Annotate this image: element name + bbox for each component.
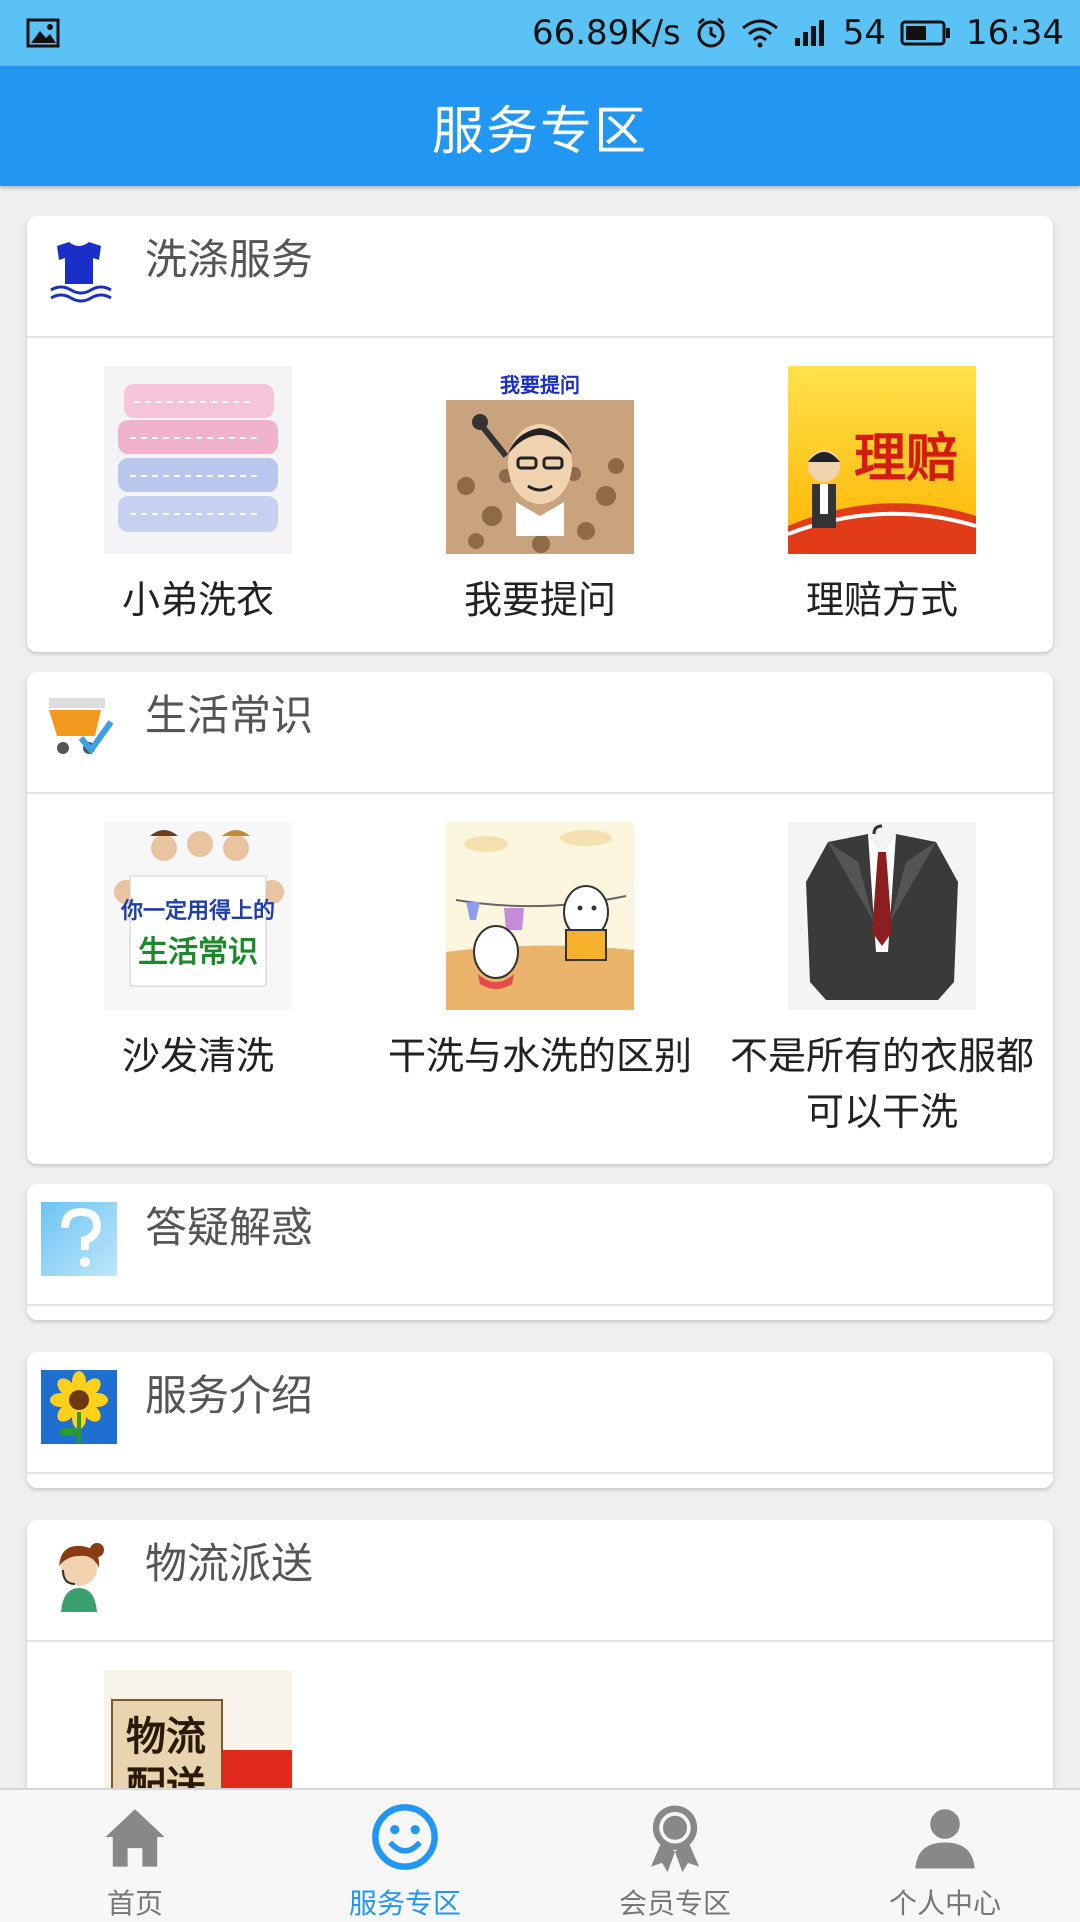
- nav-tab-member[interactable]: 会员专区: [540, 1790, 810, 1922]
- page-title: 服务专区: [431, 101, 648, 162]
- service-item-dry-vs-wet[interactable]: 干洗与水洗的区别: [369, 794, 711, 1164]
- alarm-icon: [697, 17, 725, 48]
- section-header[interactable]: 服务介绍: [27, 1352, 1053, 1474]
- gallery-notification-icon: [26, 18, 60, 48]
- nav-label: 会员专区: [618, 1887, 731, 1920]
- section-title: 物流派送: [145, 1539, 314, 1588]
- section-header[interactable]: 洗涤服务: [27, 216, 1053, 338]
- claims-banner-image: 理赔: [788, 366, 976, 554]
- section-card-life-tips: 生活常识 你一定用得上的 生活常识 沙发清洗 干洗与水洗的区别 不是所有的衣服都…: [27, 672, 1053, 1164]
- item-label: 不是所有的衣服都可以干洗: [729, 1034, 1034, 1134]
- image-caption-line1: 你一定用得上的: [120, 898, 275, 924]
- section-card-service-intro: 服务介绍: [27, 1352, 1053, 1488]
- service-item-ask-question[interactable]: 我要提问 我要提问: [369, 338, 711, 652]
- question-mark-icon: [41, 1202, 117, 1276]
- nav-label: 服务专区: [348, 1887, 461, 1920]
- section-header[interactable]: 生活常识: [27, 672, 1053, 794]
- question-cartoon-image: 我要提问: [446, 366, 634, 554]
- nav-label: 个人中心: [888, 1887, 1001, 1920]
- image-caption-line2: 生活常识: [138, 935, 258, 970]
- service-item-sofa-cleaning[interactable]: 你一定用得上的 生活常识 沙发清洗: [27, 794, 369, 1164]
- image-caption-line1: 物流: [126, 1714, 206, 1760]
- section-card-qa: 答疑解惑: [27, 1184, 1053, 1320]
- section-title: 生活常识: [145, 691, 314, 740]
- clock: 16:34: [966, 13, 1064, 53]
- item-label: 理赔方式: [805, 578, 958, 622]
- medal-icon: [650, 1805, 700, 1873]
- section-header[interactable]: 物流派送: [27, 1520, 1053, 1642]
- item-label: 沙发清洗: [121, 1034, 274, 1078]
- shopping-cart-icon: [41, 688, 117, 764]
- item-label: 我要提问: [463, 578, 616, 622]
- smiley-icon: [372, 1804, 438, 1870]
- wifi-icon: [741, 19, 778, 48]
- nav-tab-home[interactable]: 首页: [0, 1790, 270, 1922]
- service-item-not-all-dry-clean[interactable]: 不是所有的衣服都可以干洗: [711, 794, 1053, 1164]
- section-title: 洗涤服务: [145, 235, 314, 284]
- sunflower-icon: [41, 1370, 117, 1444]
- service-item-claims[interactable]: 理赔 理赔方式: [711, 338, 1053, 652]
- service-item-logistics[interactable]: 物流 配送: [27, 1642, 369, 1788]
- bottom-nav: 首页 服务专区 会员专区 个人中心: [0, 1788, 1080, 1922]
- nav-tab-service[interactable]: 服务专区: [270, 1790, 540, 1922]
- person-icon: [915, 1809, 975, 1869]
- status-bar: 66.89K/s 54 16:34: [0, 0, 1080, 66]
- nav-tab-profile[interactable]: 个人中心: [810, 1790, 1080, 1922]
- nav-label: 首页: [106, 1887, 163, 1920]
- section-title: 服务介绍: [145, 1371, 314, 1420]
- home-icon: [105, 1809, 165, 1867]
- headset-agent-icon: [41, 1536, 117, 1612]
- image-caption: 理赔: [854, 429, 958, 489]
- battery-icon: [900, 20, 951, 46]
- network-speed: 66.89K/s: [531, 13, 681, 53]
- service-item-xiaodi-laundry[interactable]: 小弟洗衣: [27, 338, 369, 652]
- suit-jacket-image: [788, 822, 976, 1010]
- section-title: 答疑解惑: [145, 1203, 314, 1252]
- logistics-truck-image: 物流 配送: [104, 1670, 292, 1788]
- section-header[interactable]: 答疑解惑: [27, 1184, 1053, 1306]
- laundry-shirt-icon: [41, 232, 117, 308]
- item-label: 干洗与水洗的区别: [387, 1034, 692, 1078]
- section-card-logistics: 物流派送 物流 配送: [27, 1520, 1053, 1788]
- image-caption: 我要提问: [500, 373, 580, 397]
- laundry-line-cartoon-image: [446, 822, 634, 1010]
- battery-level: 54: [842, 13, 887, 53]
- image-caption-line2: 配送: [126, 1764, 206, 1788]
- section-card-laundry: 洗涤服务 小弟洗衣 我要提问 我要提问 理赔 理赔方式: [27, 216, 1053, 652]
- service-content[interactable]: 洗涤服务 小弟洗衣 我要提问 我要提问 理赔 理赔方式 生活常识 你一定用得上的…: [0, 186, 1080, 1788]
- folded-towels-image: [104, 366, 292, 554]
- signal-icon: [794, 20, 824, 46]
- item-label: 小弟洗衣: [121, 578, 274, 622]
- app-bar: 服务专区: [0, 66, 1080, 186]
- people-sign-image: 你一定用得上的 生活常识: [104, 822, 292, 1010]
